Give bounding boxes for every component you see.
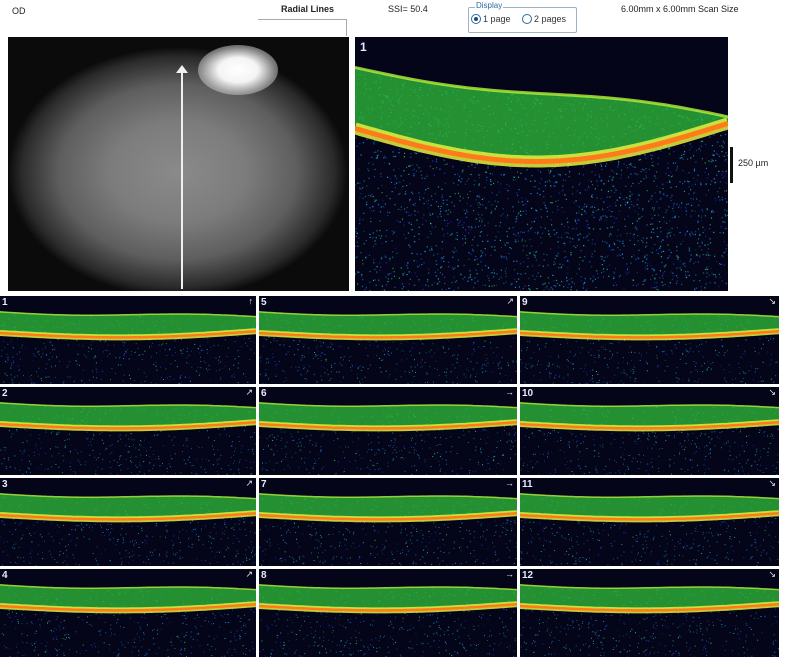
oct-layers bbox=[0, 311, 256, 384]
oct-layers bbox=[259, 493, 517, 566]
scan-direction-icon: ↗ bbox=[245, 569, 253, 579]
thumbnail-bscan[interactable]: 12 ↘ bbox=[520, 569, 779, 657]
scan-direction-icon: ↗ bbox=[245, 478, 253, 488]
thumbnail-bscan[interactable]: 4 ↗ bbox=[0, 569, 256, 657]
thumbnail-label: 4 bbox=[2, 570, 8, 581]
optic-disc-highlight bbox=[198, 45, 278, 95]
thumbnail-bscan[interactable]: 1 ↑ bbox=[0, 296, 256, 384]
thumbnail-label: 2 bbox=[2, 388, 8, 399]
scan-direction-arrow-icon bbox=[176, 65, 188, 73]
thumbnail-label: 10 bbox=[522, 388, 534, 399]
display-option-label: 2 pages bbox=[534, 14, 567, 24]
eye-label: OD bbox=[12, 6, 26, 16]
thumbnail-bscan[interactable]: 10 ↘ bbox=[520, 387, 779, 475]
thumbnail-label: 3 bbox=[2, 479, 8, 490]
thumbnail-bscan[interactable]: 3 ↗ bbox=[0, 478, 256, 566]
scan-direction-icon: → bbox=[505, 569, 514, 579]
scan-direction-icon: ↑ bbox=[248, 296, 254, 306]
header-separator bbox=[258, 19, 347, 36]
main-bscan-image[interactable]: 1 bbox=[355, 37, 728, 291]
scan-direction-icon: ↘ bbox=[768, 296, 776, 306]
fundus-image[interactable] bbox=[8, 37, 349, 291]
scan-direction-icon: ↘ bbox=[768, 387, 776, 397]
scale-bar-label: 250 µm bbox=[738, 158, 769, 168]
thumbnail-label: 6 bbox=[261, 388, 267, 399]
scan-line bbox=[181, 71, 183, 289]
display-group-title: Display bbox=[475, 1, 504, 10]
scan-direction-icon: → bbox=[505, 387, 514, 397]
scan-size-label: 6.00mm x 6.00mm Scan Size bbox=[621, 4, 739, 14]
oct-layers bbox=[259, 584, 517, 657]
thumbnail-bscan[interactable]: 7 → bbox=[259, 478, 517, 566]
radio-checked-icon[interactable] bbox=[471, 14, 481, 24]
thumbnail-label: 12 bbox=[522, 570, 534, 581]
display-option-label: 1 page bbox=[483, 14, 511, 24]
oct-layers bbox=[0, 493, 256, 566]
oct-layers bbox=[520, 493, 779, 566]
scan-pattern-label: Radial Lines bbox=[281, 4, 335, 14]
oct-layers bbox=[520, 584, 779, 657]
thumbnail-bscan[interactable]: 6 → bbox=[259, 387, 517, 475]
thumbnail-bscan[interactable]: 9 ↘ bbox=[520, 296, 779, 384]
scan-direction-icon: ↗ bbox=[506, 296, 514, 306]
oct-layers bbox=[0, 402, 256, 475]
thumbnail-label: 11 bbox=[522, 479, 533, 490]
oct-layers bbox=[355, 66, 728, 291]
scan-direction-icon: ↘ bbox=[768, 569, 776, 579]
oct-layers bbox=[259, 402, 517, 475]
thumbnail-bscan[interactable]: 11 ↘ bbox=[520, 478, 779, 566]
thumbnail-label: 9 bbox=[522, 297, 528, 308]
radio-unchecked-icon[interactable] bbox=[522, 14, 532, 24]
thumbnail-label: 1 bbox=[2, 297, 8, 308]
oct-layers bbox=[520, 402, 779, 475]
display-option-1-page[interactable]: 1 page bbox=[471, 14, 511, 24]
scan-direction-icon: ↗ bbox=[245, 387, 253, 397]
thumbnail-label: 8 bbox=[261, 570, 267, 581]
thumbnail-bscan[interactable]: 2 ↗ bbox=[0, 387, 256, 475]
display-option-2-pages[interactable]: 2 pages bbox=[522, 14, 566, 24]
header-bar: OD Radial Lines SSI= 50.4 6.00mm x 6.00m… bbox=[0, 0, 799, 30]
thumbnail-label: 5 bbox=[261, 297, 267, 308]
oct-layers bbox=[259, 311, 517, 384]
thumbnail-label: 7 bbox=[261, 479, 267, 490]
scan-direction-icon: ↘ bbox=[768, 478, 776, 488]
oct-layers bbox=[520, 311, 779, 384]
scan-direction-icon: → bbox=[505, 478, 514, 488]
ssi-label: SSI= 50.4 bbox=[388, 4, 428, 14]
main-bscan-label: 1 bbox=[360, 40, 367, 54]
scale-bar bbox=[730, 147, 733, 183]
thumbnail-bscan[interactable]: 5 ↗ bbox=[259, 296, 517, 384]
thumbnail-bscan[interactable]: 8 → bbox=[259, 569, 517, 657]
oct-layers bbox=[0, 584, 256, 657]
